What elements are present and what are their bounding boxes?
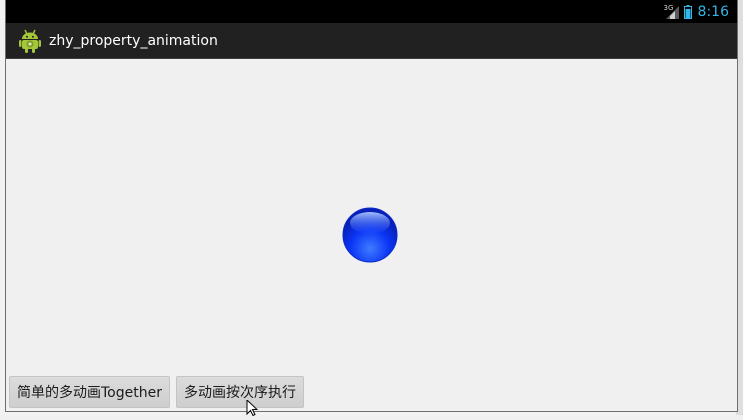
blue-ball-icon [342, 207, 398, 263]
signal-icon: 3G [664, 4, 680, 20]
window-frame: 3G 8:16 zhy_property_animation 简单的多动画Tog… [0, 0, 743, 417]
app-title: zhy_property_animation [49, 32, 218, 49]
status-icons: 3G 8:16 [664, 0, 729, 23]
together-animation-button[interactable]: 简单的多动画Together [9, 376, 170, 408]
battery-icon [683, 4, 692, 19]
clock: 8:16 [697, 3, 729, 20]
sequential-animation-button[interactable]: 多动画按次序执行 [175, 376, 304, 408]
status-bar: 3G 8:16 [6, 0, 737, 23]
mouse-cursor-icon [246, 398, 260, 417]
content-area: 简单的多动画Together 多动画按次序执行 [6, 59, 737, 411]
android-screen: 3G 8:16 zhy_property_animation 简单的多动画Tog… [5, 0, 738, 412]
action-bar: zhy_property_animation [6, 23, 737, 59]
android-robot-icon[interactable] [19, 29, 41, 53]
